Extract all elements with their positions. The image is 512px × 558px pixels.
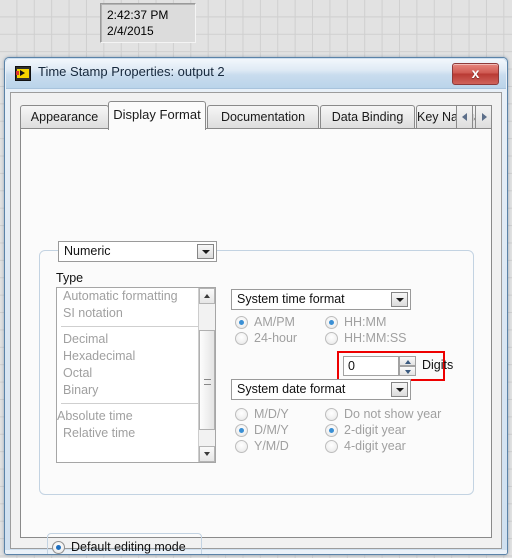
digits-label: Digits [422,358,454,372]
radio-dot-icon [52,541,65,554]
type-listbox[interactable]: Automatic formatting SI notation Decimal… [56,287,216,463]
list-separator [61,326,211,327]
digits-input[interactable]: 0 [343,356,399,376]
list-item[interactable]: SI notation [57,305,215,322]
radio-dot-icon [325,440,338,453]
format-category-value: Numeric [64,244,111,258]
scroll-down-icon[interactable] [199,446,215,462]
tab-documentation[interactable]: Documentation [207,105,319,129]
dialog-titlebar[interactable]: Time Stamp Properties: output 2 x [6,59,506,89]
labview-vi-icon [15,66,31,81]
radio-dot-icon [235,408,248,421]
chevron-down-icon[interactable] [197,244,214,259]
tab-appearance[interactable]: Appearance [20,105,109,129]
dialog-title: Time Stamp Properties: output 2 [38,64,225,79]
digits-value: 0 [348,359,355,373]
list-item[interactable]: Binary [57,382,215,399]
digits-stepper[interactable] [399,356,416,376]
scroll-up-icon[interactable] [199,288,215,304]
chevron-down-icon[interactable] [391,292,408,307]
list-item[interactable]: Hexadecimal [57,348,215,365]
format-category-select[interactable]: Numeric [58,241,217,262]
timestamp-indicator[interactable]: 2:42:37 PM 2/4/2015 [100,3,196,43]
radio-dot-icon [325,424,338,437]
close-button[interactable]: x [452,63,499,85]
stepper-down-icon[interactable] [399,366,416,376]
labview-front-panel: 2:42:37 PM 2/4/2015 Time Stamp Propertie… [0,0,512,558]
tab-scroll-left-icon[interactable] [456,105,473,129]
timestamp-time: 2:42:37 PM [107,8,169,22]
radio-dot-icon [325,316,338,329]
time-stamp-properties-dialog: Time Stamp Properties: output 2 x Appear… [4,57,508,555]
radio-dot-icon [235,316,248,329]
list-item[interactable]: Relative time [57,425,215,442]
type-list-scrollbar[interactable] [198,288,215,462]
radio-dot-icon [235,440,248,453]
list-item-selected[interactable]: Absolute time [57,408,215,425]
scrollbar-thumb[interactable] [199,330,215,430]
system-time-format-value: System time format [237,292,345,306]
radio-dot-icon [325,332,338,345]
list-separator [61,403,211,404]
chevron-down-icon[interactable] [391,382,408,397]
stepper-up-icon[interactable] [399,356,416,366]
close-icon: x [471,65,480,81]
radio-dot-icon [325,408,338,421]
radio-dot-icon [235,424,248,437]
tab-scroll-right-icon[interactable] [475,105,492,129]
tab-strip: Appearance Display Format Documentation … [20,101,492,130]
timestamp-date: 2/4/2015 [107,24,154,38]
radio-dot-icon [235,332,248,345]
dialog-client-area: Appearance Display Format Documentation … [10,92,502,554]
tab-display-format[interactable]: Display Format [108,101,206,130]
list-item[interactable]: Decimal [57,331,215,348]
system-date-format-value: System date format [237,382,346,396]
system-time-format-select[interactable]: System time format [231,289,411,310]
list-item[interactable]: Octal [57,365,215,382]
list-item[interactable]: Automatic formatting [57,288,215,305]
type-label: Type [56,271,84,285]
tab-data-binding[interactable]: Data Binding [320,105,415,129]
system-date-format-select[interactable]: System date format [231,379,411,400]
